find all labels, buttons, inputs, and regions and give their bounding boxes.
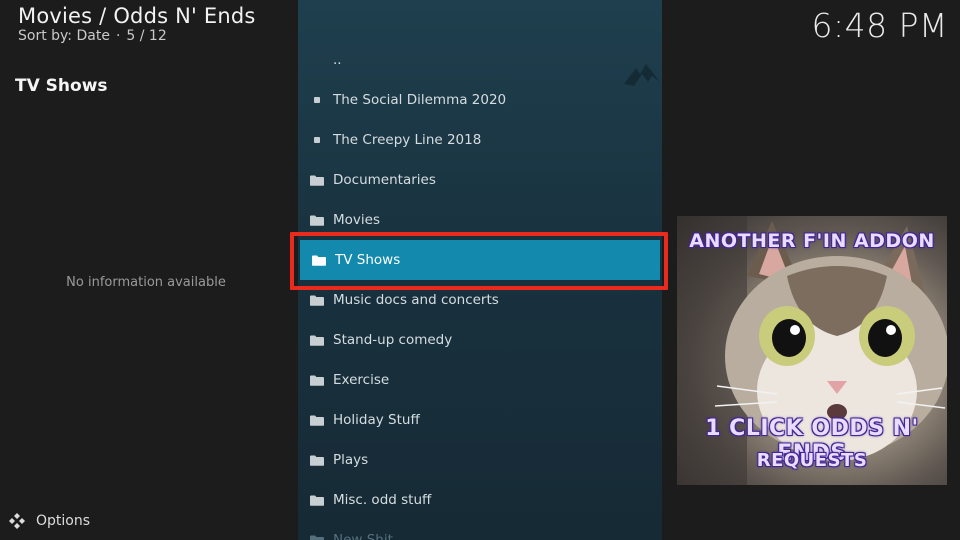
- list-item-label: Holiday Stuff: [333, 412, 420, 428]
- no-info-text: No information available: [66, 275, 226, 290]
- kodi-options-icon: [9, 513, 25, 529]
- list-item-holiday-stuff[interactable]: Holiday Stuff: [298, 400, 662, 440]
- list-item-misc-odd-stuff[interactable]: Misc. odd stuff: [298, 480, 662, 520]
- list-item-label: The Creepy Line 2018: [333, 132, 482, 148]
- folder-icon: [310, 293, 324, 307]
- file-dot-icon: [310, 93, 324, 107]
- thumbnail-caption-bottom: REQUESTS: [756, 450, 868, 471]
- folder-icon: [310, 493, 324, 507]
- folder-icon: [310, 413, 324, 427]
- list-item-label: Exercise: [333, 372, 390, 388]
- list-item-label: TV Shows: [335, 252, 401, 268]
- list-item-new-shit[interactable]: New Shit: [298, 520, 662, 540]
- list-item-label: Documentaries: [333, 172, 436, 188]
- folder-icon: [310, 333, 324, 347]
- list-item-stand-up-comedy[interactable]: Stand-up comedy: [298, 320, 662, 360]
- blank-icon: [310, 53, 324, 67]
- folder-icon: [310, 213, 324, 227]
- list-item-label: ..: [333, 52, 342, 68]
- list-item-label: Music docs and concerts: [333, 292, 499, 308]
- list-item-the-creepy-line-2018[interactable]: The Creepy Line 2018: [298, 120, 662, 160]
- item-position: 5 / 12: [126, 28, 167, 44]
- list-item-music-docs-and-concerts[interactable]: Music docs and concerts: [298, 280, 662, 320]
- options-button[interactable]: Options: [8, 512, 90, 530]
- options-label: Options: [36, 513, 91, 529]
- list-item-label: New Shit: [333, 532, 393, 540]
- thumbnail-caption-top: ANOTHER F'IN ADDON: [689, 230, 935, 252]
- list-item-label: The Social Dilemma 2020: [333, 92, 507, 108]
- sort-status: Sort by: Date · 5 / 12: [18, 28, 167, 44]
- file-dot-icon: [310, 133, 324, 147]
- folder-icon: [310, 533, 324, 540]
- file-list-panel: .. The Social Dilemma 2020 The Creepy Line…: [298, 0, 662, 540]
- list-item-movies[interactable]: Movies: [298, 200, 662, 240]
- list-item-the-social-dilemma-2020[interactable]: The Social Dilemma 2020: [298, 80, 662, 120]
- list-item-documentaries[interactable]: Documentaries: [298, 160, 662, 200]
- folder-icon: [310, 453, 324, 467]
- thumbnail-image: ANOTHER F'IN ADDON 1 CLICK ODDS N' ENDS …: [677, 216, 947, 485]
- info-title: TV Shows: [15, 76, 108, 96]
- clock: 6:48 PM: [811, 6, 948, 45]
- list-item-exercise[interactable]: Exercise: [298, 360, 662, 400]
- list-item-label: Plays: [333, 452, 369, 468]
- list-item-plays[interactable]: Plays: [298, 440, 662, 480]
- list-item-label: Movies: [333, 212, 380, 228]
- list-item-parent-folder[interactable]: ..: [298, 40, 662, 80]
- list-item-label: Misc. odd stuff: [333, 492, 432, 508]
- list-item-label: Stand-up comedy: [333, 332, 453, 348]
- folder-icon: [312, 253, 326, 267]
- folder-icon: [310, 373, 324, 387]
- separator-dot: ·: [115, 28, 121, 44]
- breadcrumb-title: Movies / Odds N' Ends: [18, 4, 256, 28]
- list-item-tv-shows[interactable]: TV Shows: [300, 240, 660, 280]
- sort-label[interactable]: Sort by: Date: [18, 28, 110, 44]
- folder-icon: [310, 173, 324, 187]
